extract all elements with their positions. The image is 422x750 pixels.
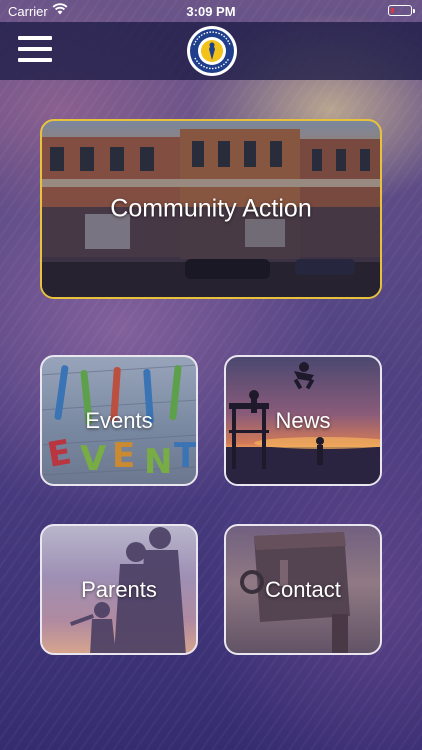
events-label: Events — [85, 407, 153, 433]
events-tile[interactable]: E V E N T Events — [40, 355, 198, 486]
drug-alcohol-task-force-logo[interactable] — [186, 25, 238, 77]
battery-level-fill — [390, 7, 395, 13]
parents-label: Parents — [81, 576, 157, 602]
community-action-tile[interactable]: Community Action — [40, 119, 382, 299]
status-bar: Carrier 3:09 PM — [0, 0, 422, 22]
status-time: 3:09 PM — [186, 4, 236, 19]
hamburger-menu-icon[interactable] — [18, 36, 52, 64]
battery-icon — [388, 5, 415, 16]
parents-tile[interactable]: Parents — [40, 524, 198, 655]
community-action-label: Community Action — [110, 194, 312, 223]
app-header — [0, 22, 422, 80]
news-tile[interactable]: News — [224, 355, 382, 486]
contact-label: Contact — [265, 576, 341, 602]
contact-tile[interactable]: Contact — [224, 524, 382, 655]
news-label: News — [275, 407, 331, 433]
